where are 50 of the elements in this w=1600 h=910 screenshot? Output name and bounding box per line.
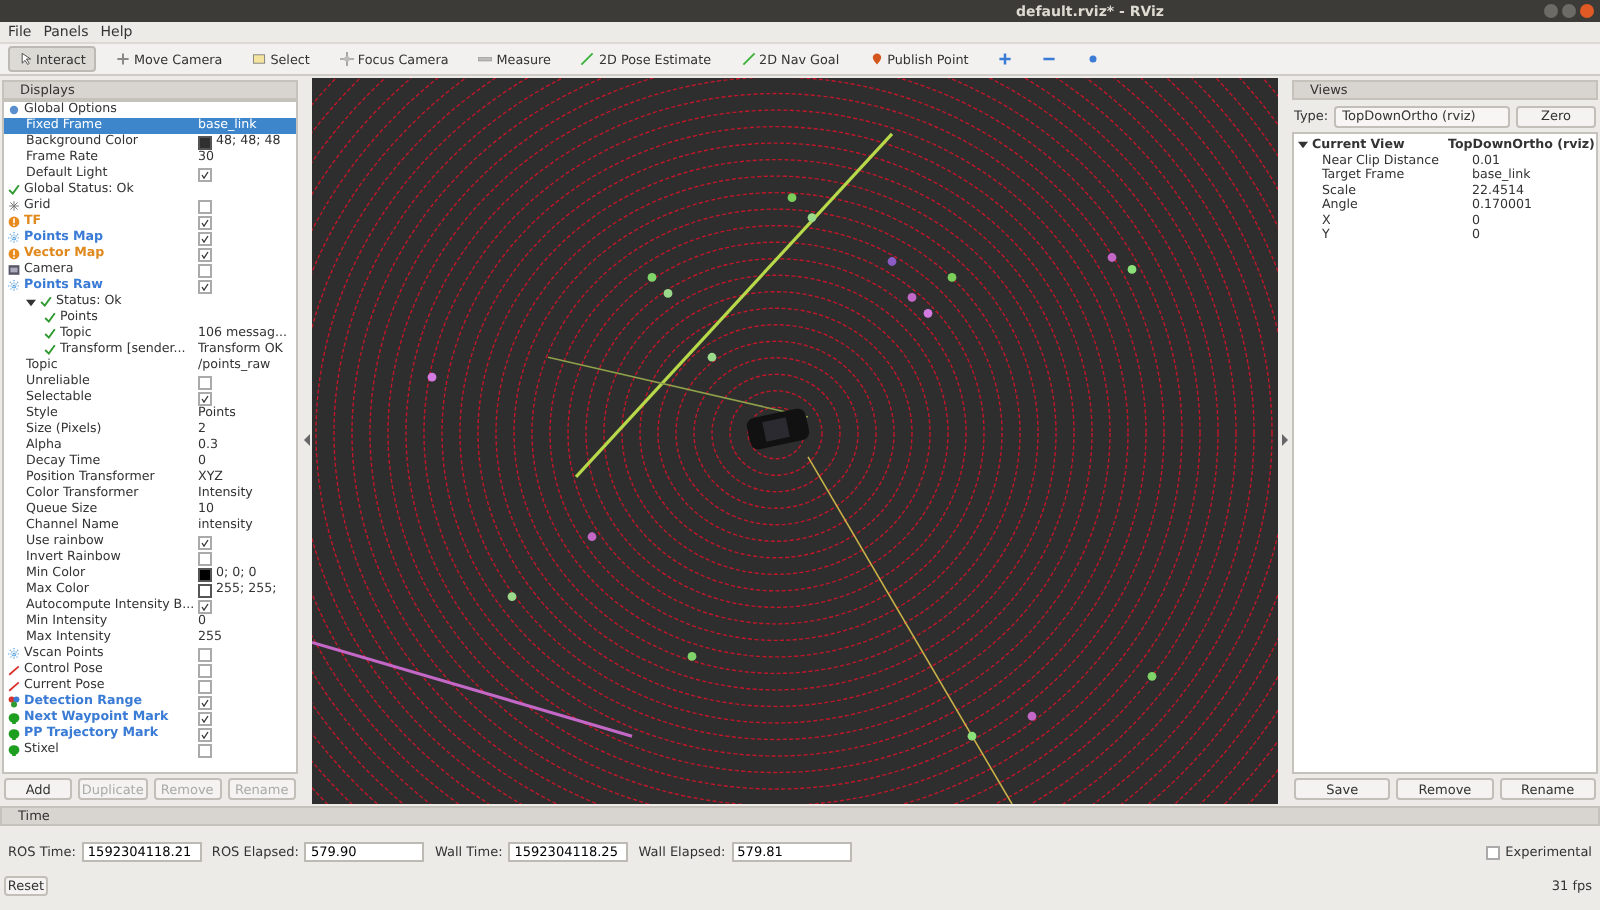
maximize-button[interactable] <box>1562 4 1576 18</box>
gear-dot-icon <box>8 104 20 116</box>
checkbox[interactable] <box>198 647 212 661</box>
minus-icon <box>1042 52 1057 66</box>
points-icon <box>8 232 20 244</box>
checkbox[interactable] <box>1485 845 1500 859</box>
checkbox[interactable] <box>198 711 212 725</box>
checkbox[interactable] <box>198 167 212 181</box>
checkbox[interactable] <box>198 743 212 757</box>
checkbox[interactable] <box>198 231 212 245</box>
checkbox[interactable] <box>198 215 212 229</box>
checkbox[interactable] <box>198 279 212 293</box>
shapes-icon <box>8 696 20 708</box>
ruler-icon <box>478 52 493 66</box>
checkbox[interactable] <box>198 599 212 613</box>
sphere-icon <box>8 712 20 724</box>
checkbox[interactable] <box>198 695 212 709</box>
sphere-icon <box>8 744 20 756</box>
checkbox[interactable] <box>198 247 212 261</box>
expand-arrow-icon[interactable] <box>26 297 36 307</box>
selection-icon <box>252 52 267 66</box>
points-icon <box>8 648 20 660</box>
line-icon <box>8 680 20 692</box>
checkbox[interactable] <box>198 199 212 213</box>
sphere-icon <box>8 728 20 740</box>
expand-arrow-icon[interactable] <box>1298 140 1308 151</box>
checkbox[interactable] <box>198 263 212 277</box>
cursor-icon <box>18 52 32 66</box>
warning-icon <box>8 248 20 260</box>
checkbox[interactable] <box>198 727 212 741</box>
checkbox[interactable] <box>198 663 212 677</box>
pin-icon <box>869 52 884 66</box>
line-icon <box>8 664 20 676</box>
grid-icon <box>8 200 20 212</box>
point-cloud-drawing[interactable] <box>312 78 1278 804</box>
warning-icon <box>8 216 20 228</box>
checkbox[interactable] <box>198 375 212 389</box>
close-button[interactable] <box>1580 4 1594 18</box>
crosshair-icon <box>339 52 354 66</box>
camera-icon <box>8 264 20 276</box>
dot-icon <box>1086 52 1101 66</box>
minimize-button[interactable] <box>1544 4 1558 18</box>
plus-icon <box>998 52 1013 66</box>
checkbox[interactable] <box>198 391 212 405</box>
checkmark-icon <box>8 184 20 196</box>
checkbox[interactable] <box>198 679 212 693</box>
move-arrows-icon <box>115 52 130 66</box>
checkbox[interactable] <box>198 535 212 549</box>
checkbox[interactable] <box>198 551 212 565</box>
points-icon <box>8 280 20 292</box>
